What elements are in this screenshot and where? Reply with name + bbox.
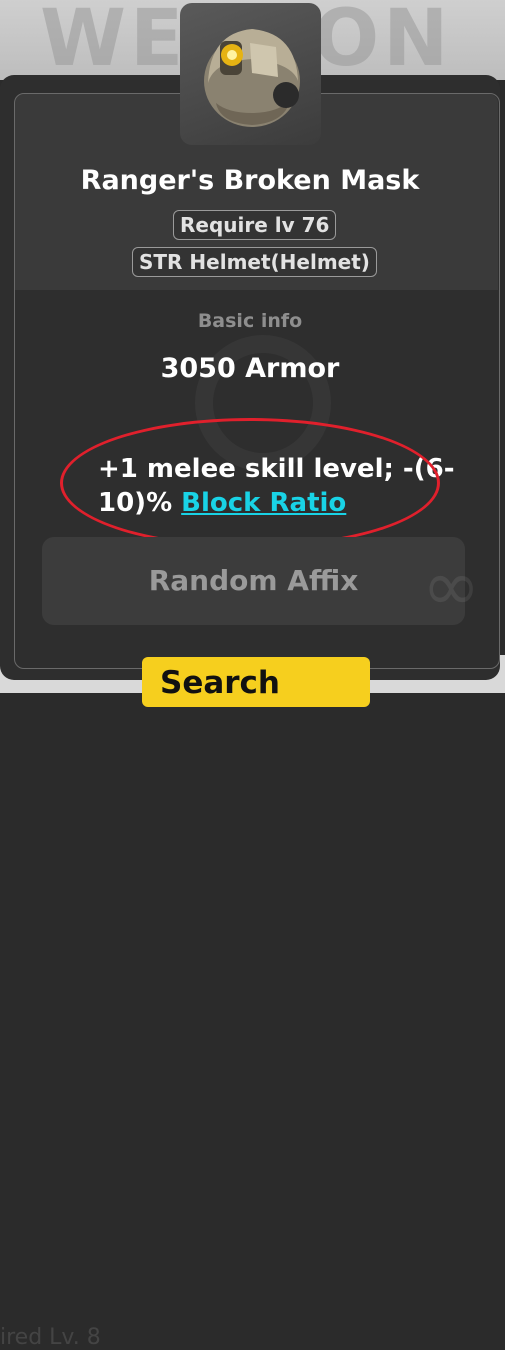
helmet-icon: [204, 29, 300, 127]
affix-highlight-ring: [60, 418, 440, 548]
search-button[interactable]: Search: [142, 657, 370, 707]
basic-info-label: Basic info: [197, 310, 303, 332]
armor-stat: 3050 Armor: [160, 353, 340, 384]
random-affix-section[interactable]: ∞ Random Affix: [42, 537, 480, 627]
search-label: Search: [160, 665, 281, 701]
background-footer-text: ired Lv. 8: [0, 1325, 101, 1350]
item-name: Ranger's Broken Mask: [80, 165, 420, 196]
item-icon-frame: [180, 3, 321, 145]
required-level-tag: Require lv 76: [173, 210, 337, 240]
item-type-tag: STR Helmet(Helmet): [132, 247, 377, 277]
random-affix-label: Random Affix: [148, 564, 359, 597]
